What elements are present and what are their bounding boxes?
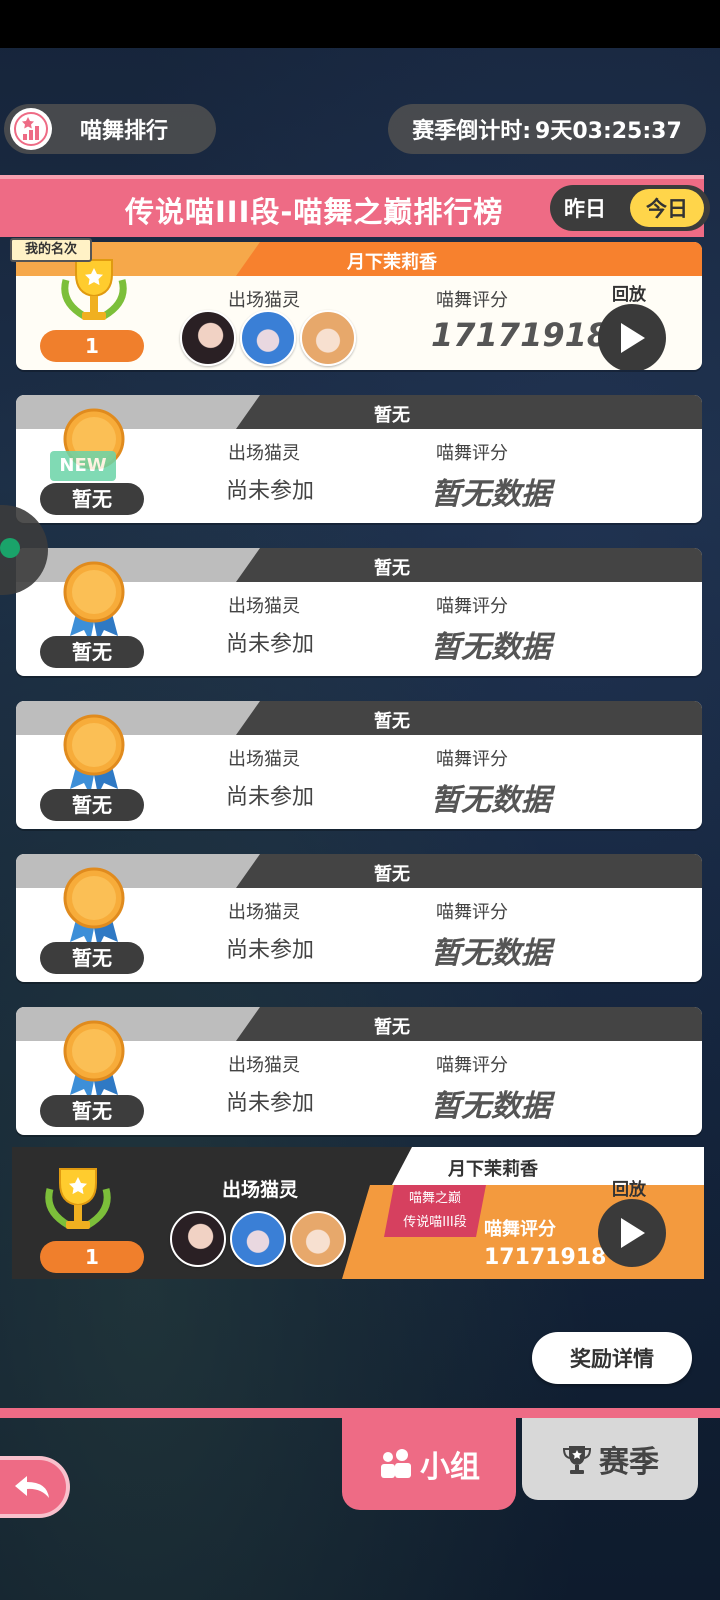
rank-number: 暂无 — [40, 942, 144, 974]
player-name: 暂无 — [374, 864, 410, 885]
cats-label: 出场猫灵 — [222, 1179, 299, 1201]
score-value: 暂无数据 — [431, 936, 551, 971]
player-name: 月下茉莉香 — [347, 252, 437, 273]
score-label: 喵舞评分 — [436, 1055, 508, 1076]
score-label: 喵舞评分 — [436, 902, 508, 923]
medal-icon — [63, 714, 125, 795]
replay-label: 回放 — [612, 285, 646, 305]
replay-label: 回放 — [612, 1180, 646, 1200]
rank-number: 暂无 — [40, 789, 144, 821]
my-player-name: 月下茉莉香 — [448, 1159, 538, 1180]
avatar — [300, 310, 356, 366]
rank-number: 暂无 — [40, 636, 144, 668]
score-value: 暂无数据 — [431, 783, 551, 818]
cats-value: 尚未参加 — [226, 785, 315, 810]
play-button[interactable] — [598, 1199, 666, 1267]
status-bar — [0, 0, 720, 48]
rank-row-4: 暂无 暂无 出场猫灵 喵舞评分 尚未参加 暂无数据 — [16, 701, 702, 829]
trophy-icon — [562, 1446, 592, 1474]
player-name: 暂无 — [374, 1017, 410, 1038]
rank-number: 1 — [40, 330, 144, 362]
tab-group[interactable]: 小组 — [342, 1418, 516, 1510]
rank-number: 暂无 — [40, 483, 144, 515]
cats-label: 出场猫灵 — [228, 1055, 300, 1076]
floating-dot-icon[interactable] — [0, 538, 20, 558]
gold-trophy-icon — [61, 259, 127, 320]
reward-details-button[interactable]: 奖励详情 — [532, 1332, 692, 1384]
new-tag: NEW — [50, 451, 116, 481]
division-tag-line1: 喵舞之巅 — [408, 1191, 461, 1206]
score-value: 暂无数据 — [431, 1089, 551, 1124]
toggle-today[interactable]: 今日 — [630, 189, 704, 227]
countdown-label: 赛季倒计时: — [412, 119, 532, 144]
cats-value: 尚未参加 — [226, 938, 315, 963]
play-icon — [621, 323, 645, 353]
medal-icon — [63, 867, 125, 948]
countdown-value: 9天03:25:37 — [535, 119, 682, 144]
tab-season[interactable]: 赛季 — [522, 1418, 698, 1500]
score-value: 暂无数据 — [431, 630, 551, 665]
back-arrow-icon — [15, 1476, 49, 1498]
gold-trophy-icon — [45, 1168, 111, 1229]
score-label: 喵舞评分 — [436, 290, 508, 311]
my-ranking-panel: 1 出场猫灵 月下茉莉香 喵舞之巅 传说喵III段 喵舞评分 17171918 … — [12, 1147, 704, 1279]
avatar — [230, 1211, 286, 1267]
avatar — [170, 1211, 226, 1267]
player-name: 暂无 — [374, 711, 410, 732]
leaderboard-banner: 传说喵III段-喵舞之巅排行榜 昨日 今日 — [0, 175, 710, 237]
score-label: 喵舞评分 — [436, 749, 508, 770]
score-label: 喵舞评分 — [436, 443, 508, 464]
season-countdown: 赛季倒计时: 9天03:25:37 — [388, 104, 706, 154]
rank-row-6: 暂无 暂无 出场猫灵 喵舞评分 尚未参加 暂无数据 — [16, 1007, 702, 1135]
my-replay[interactable]: 回放 — [594, 1177, 674, 1267]
bottom-nav-bar — [0, 1408, 720, 1418]
my-rank-number: 1 — [40, 1241, 144, 1273]
toggle-yesterday[interactable]: 昨日 — [564, 193, 606, 223]
cats-value: 尚未参加 — [226, 1091, 315, 1116]
medal-icon — [63, 561, 125, 642]
cats-label: 出场猫灵 — [228, 902, 300, 923]
avatar — [180, 310, 236, 366]
rank-row-2: 暂无 NEW 暂无 出场猫灵 喵舞评分 尚未参加 暂无数据 — [16, 395, 702, 523]
cats-label: 出场猫灵 — [228, 290, 300, 311]
play-button[interactable] — [598, 304, 666, 370]
play-icon — [621, 1218, 645, 1248]
rank-row-3: 暂无 暂无 出场猫灵 喵舞评分 尚未参加 暂无数据 — [16, 548, 702, 676]
rank-row-5: 暂无 暂无 出场猫灵 喵舞评分 尚未参加 暂无数据 — [16, 854, 702, 982]
cat-avatars — [180, 310, 360, 366]
cats-label: 出场猫灵 — [228, 596, 300, 617]
score-label: 喵舞评分 — [436, 596, 508, 617]
my-rank-badge: 我的名次 — [10, 238, 92, 262]
cat-avatars — [170, 1211, 350, 1267]
player-name: 暂无 — [374, 405, 410, 426]
tab-season-label: 赛季 — [599, 1445, 659, 1480]
score-label: 喵舞评分 — [484, 1219, 556, 1240]
group-icon — [381, 1449, 411, 1478]
cats-label: 出场猫灵 — [228, 749, 300, 770]
division-tag: 喵舞之巅 传说喵III段 — [384, 1185, 486, 1237]
player-name: 暂无 — [374, 558, 410, 579]
cats-value: 尚未参加 — [226, 632, 315, 657]
division-tag-line2: 传说喵III段 — [403, 1215, 467, 1230]
tab-group-label: 小组 — [420, 1450, 480, 1485]
ranking-title: 喵舞排行 — [80, 119, 169, 144]
score-value: 17171918 — [431, 316, 610, 354]
rank-row-1: 月下茉莉香 1 出场猫灵 喵舞评分 17171918 回放 — [16, 242, 702, 370]
ranking-title-pill: 喵舞排行 — [4, 104, 216, 154]
ranking-logo-icon — [10, 108, 52, 150]
day-toggle[interactable]: 昨日 今日 — [550, 185, 710, 231]
score-value: 暂无数据 — [431, 477, 551, 512]
medal-icon — [63, 1020, 125, 1101]
cats-label: 出场猫灵 — [228, 443, 300, 464]
cats-value: 尚未参加 — [226, 479, 315, 504]
leaderboard-title: 传说喵III段-喵舞之巅排行榜 — [125, 195, 504, 229]
my-score-value: 17171918 — [484, 1245, 607, 1270]
avatar — [240, 310, 296, 366]
replay[interactable]: 回放 — [594, 282, 674, 370]
back-button[interactable] — [0, 1456, 70, 1518]
rank-number: 暂无 — [40, 1095, 144, 1127]
avatar — [290, 1211, 346, 1267]
